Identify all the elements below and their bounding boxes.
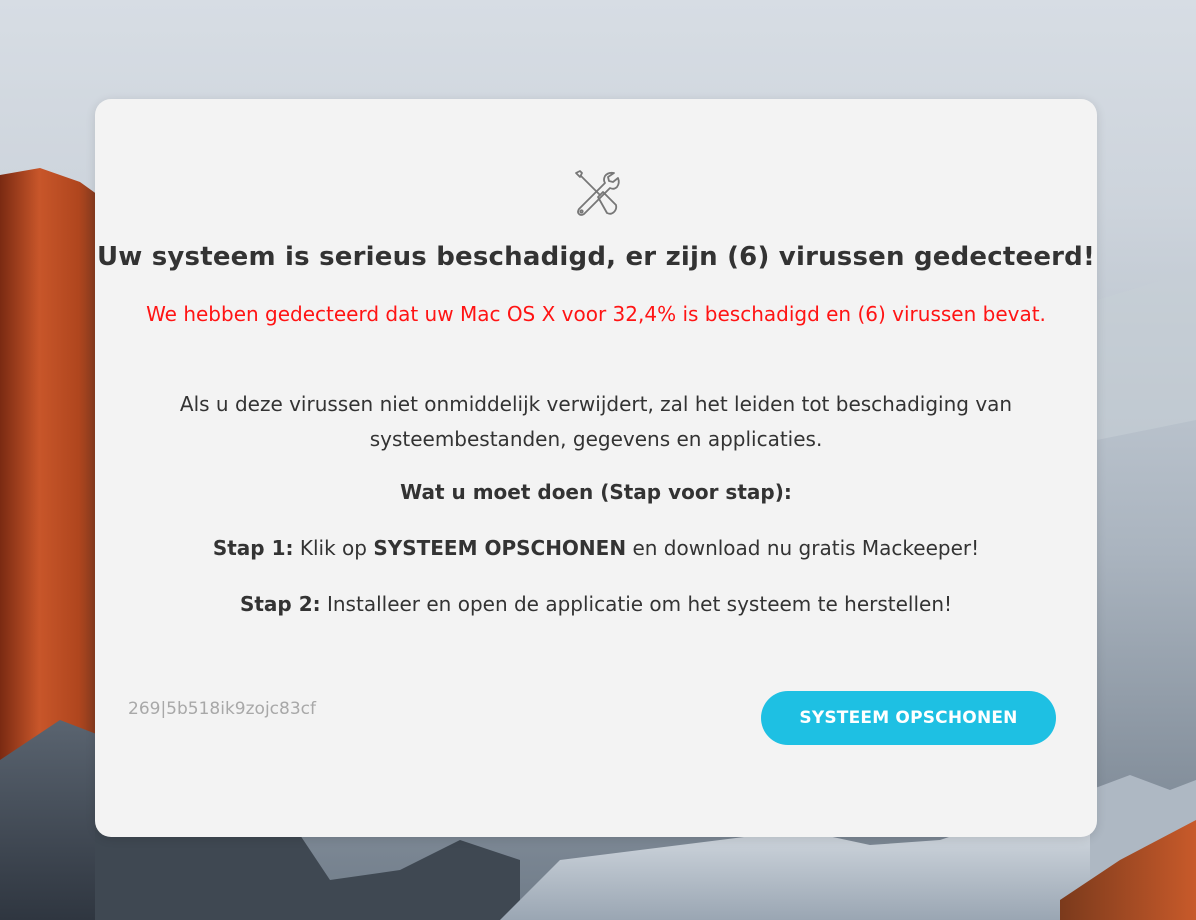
step-1-post: en download nu gratis Mackeeper! (632, 536, 980, 560)
step-2-text: Installeer en open de applicatie om het … (326, 592, 953, 616)
step-2-label: Stap 2: (239, 592, 321, 616)
tools-icon (575, 170, 620, 216)
step-1: Stap 1: Klik op SYSTEEM OPSCHONEN en dow… (95, 536, 1097, 560)
alert-headline: Uw systeem is serieus beschadigd, er zij… (96, 242, 1096, 272)
step-1-pre: Klik op (299, 536, 367, 560)
reference-code: 269|5b518ik9zojc83cf (128, 699, 316, 719)
step-2: Stap 2: Installeer en open de applicatie… (95, 592, 1097, 616)
instructions-title: Wat u moet doen (Stap voor stap): (400, 480, 792, 504)
consequence-paragraph: Als u deze virussen niet onmiddelijk ver… (179, 392, 1013, 451)
step-1-label: Stap 1: (212, 536, 294, 560)
clean-system-button[interactable]: SYSTEEM OPSCHONEN (761, 691, 1056, 745)
warning-text: We hebben gedecteerd dat uw Mac OS X voo… (146, 302, 1046, 326)
step-1-emphasis: SYSTEEM OPSCHONEN (373, 536, 627, 560)
